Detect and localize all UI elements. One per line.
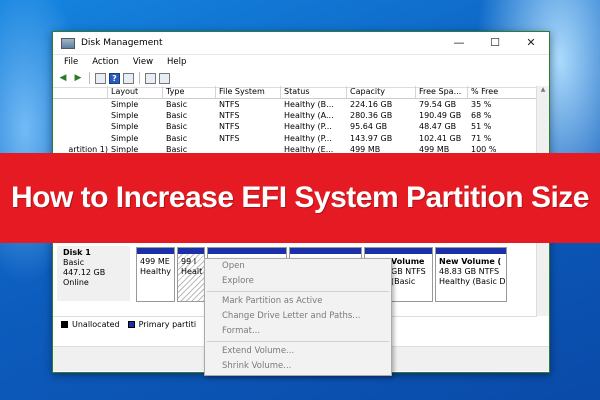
partition-block-selected[interactable]: 99 I Healt (177, 247, 205, 302)
disk-name: Disk 1 (63, 248, 91, 257)
context-shrink-volume[interactable]: Shrink Volume... (205, 359, 391, 374)
unallocated-swatch (61, 320, 68, 328)
partition-title: New Volume ( (439, 257, 502, 266)
context-explore[interactable]: Explore (205, 274, 391, 289)
partition-block[interactable]: New Volume ( 48.83 GB NTFS Healthy (Basi… (435, 247, 507, 302)
partition-status: Healthy (140, 267, 172, 276)
disk-type: Basic (63, 258, 85, 267)
partition-status: Healt (181, 267, 203, 276)
context-menu: Open Explore Mark Partition as Active Ch… (204, 258, 392, 376)
context-format[interactable]: Format... (205, 324, 391, 339)
menu-separator (207, 291, 389, 292)
partition-block[interactable]: 499 ME Healthy (136, 247, 175, 302)
disk-state: Online (63, 278, 89, 287)
partition-size: 48.83 GB NTFS (439, 267, 500, 276)
disk-info[interactable]: Disk 1 Basic 447.12 GB Online (57, 246, 130, 301)
menu-separator (207, 341, 389, 342)
partition-size: 99 I (181, 257, 197, 266)
context-change-drive-letter[interactable]: Change Drive Letter and Paths... (205, 309, 391, 324)
legend-primary-partition: Primary partiti (138, 319, 197, 329)
context-extend-volume[interactable]: Extend Volume... (205, 344, 391, 359)
partition-status: Healthy (Basic D (439, 277, 506, 286)
primary-partition-swatch (127, 320, 135, 328)
context-open[interactable]: Open (205, 259, 391, 274)
partition-size: 499 ME (140, 257, 170, 266)
disk-map-scrollbar[interactable] (536, 243, 549, 316)
context-mark-active[interactable]: Mark Partition as Active (205, 294, 391, 309)
legend-unallocated: Unallocated (72, 319, 120, 329)
disk-size: 447.12 GB (63, 268, 106, 277)
